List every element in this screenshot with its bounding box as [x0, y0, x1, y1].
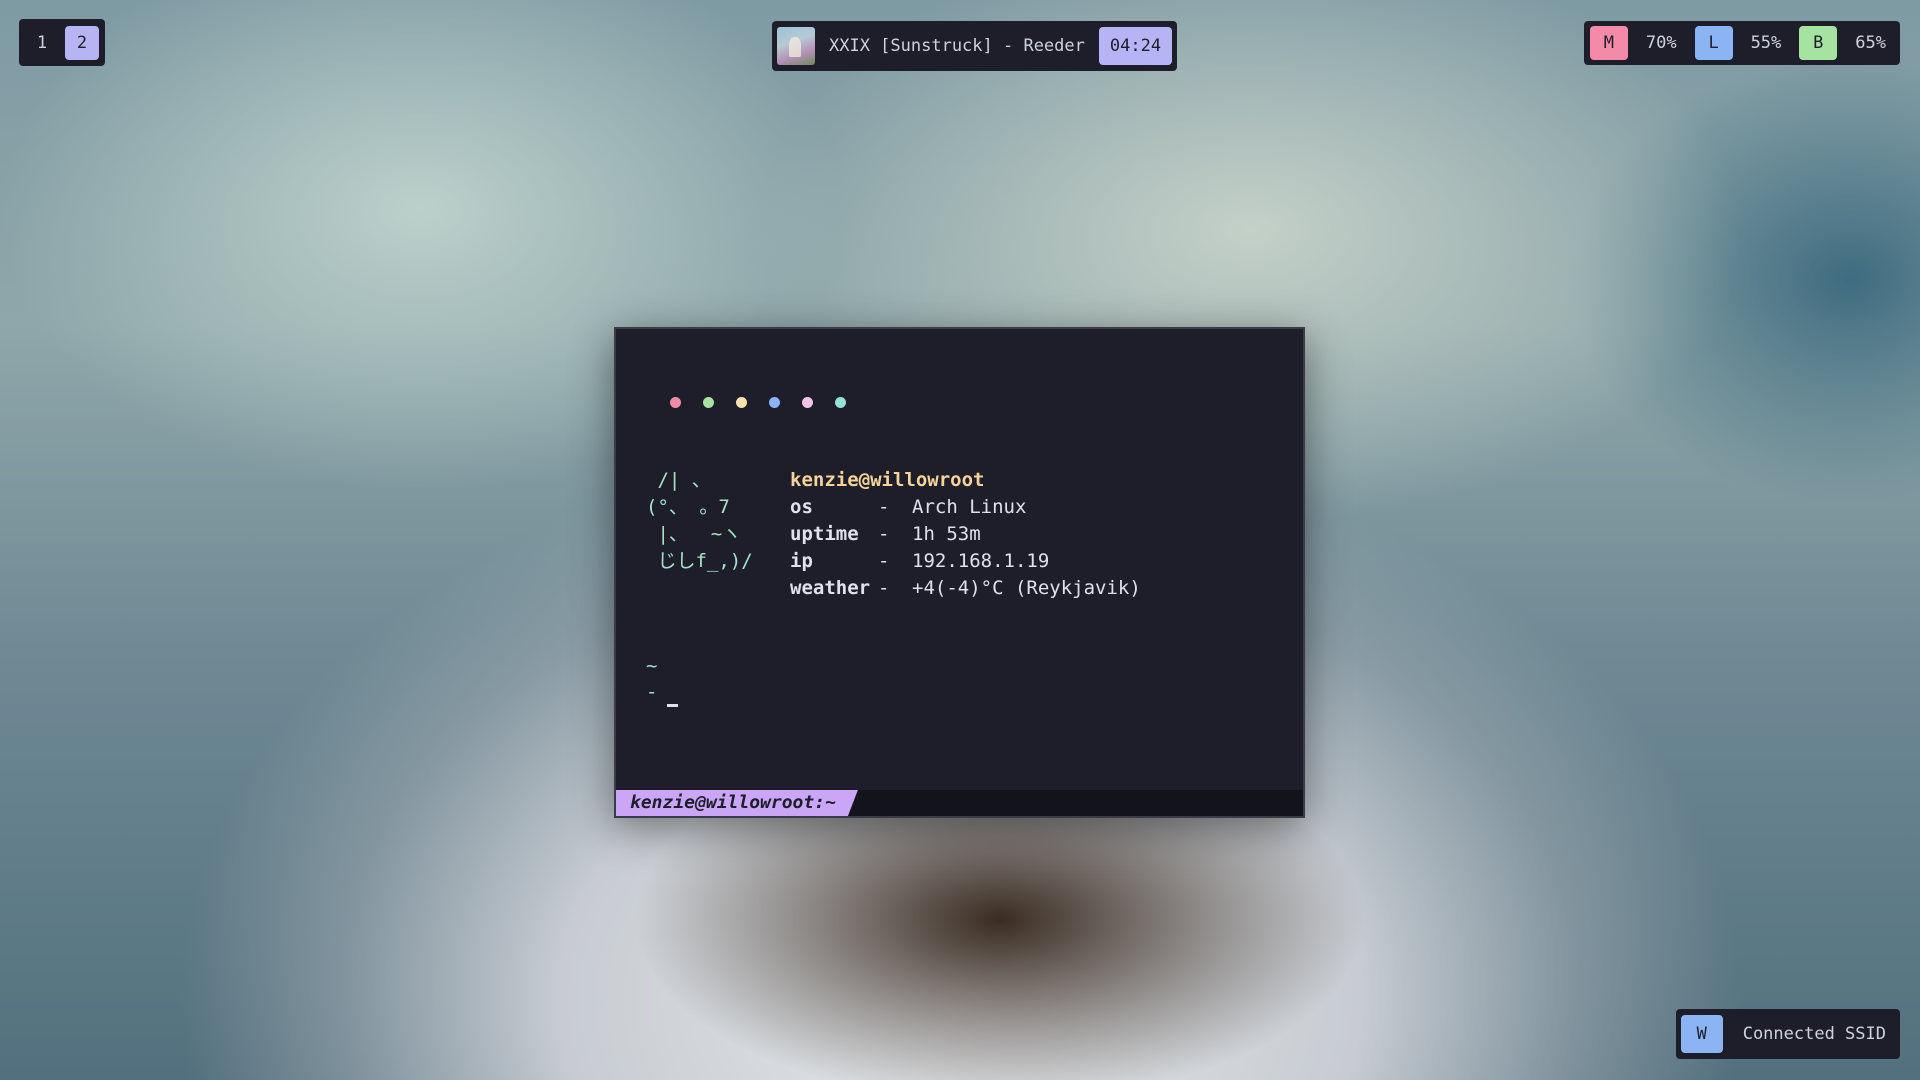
- palette-dot: [769, 397, 780, 408]
- workspace-1[interactable]: 1: [25, 26, 59, 60]
- info-row-ip: ip - 192.168.1.19: [790, 548, 1141, 575]
- palette-dot: [670, 397, 681, 408]
- info-key: ip: [790, 550, 813, 572]
- info-row-uptime: uptime - 1h 53m: [790, 521, 1141, 548]
- info-separator: -: [878, 496, 890, 518]
- now-playing-widget[interactable]: XXIX [Sunstruck] - Reeder 04:24: [772, 21, 1178, 71]
- album-cover: [777, 27, 815, 65]
- shell-statusline: kenzie@willowroot:~: [616, 790, 1303, 816]
- info-separator: -: [878, 550, 890, 572]
- workspace-switcher: 1 2: [19, 19, 105, 66]
- info-value: 192.168.1.19: [912, 550, 1050, 572]
- battery-badge[interactable]: B: [1799, 26, 1838, 60]
- battery-value: 65%: [1855, 33, 1886, 53]
- info-key: uptime: [790, 523, 859, 545]
- palette-dot: [835, 397, 846, 408]
- info-value: 1h 53m: [912, 523, 981, 545]
- color-palette: [670, 397, 846, 408]
- clock-badge: 04:24: [1098, 27, 1173, 65]
- memory-badge[interactable]: M: [1589, 26, 1628, 60]
- wifi-widget[interactable]: W Connected SSID: [1675, 1009, 1900, 1059]
- fetch-info: kenzie@willowroot os - Arch Linux uptime…: [790, 467, 1141, 602]
- light-badge[interactable]: L: [1694, 26, 1733, 60]
- track-title: XXIX [Sunstruck] - Reeder: [829, 36, 1085, 56]
- info-value: +4(-4)°C (Reykjavik): [912, 577, 1141, 599]
- palette-dot: [703, 397, 714, 408]
- terminal-window[interactable]: /| 、 (°、 。7 |、 ~ヽ じしf_,)/ kenzie@willowr…: [614, 327, 1305, 818]
- info-separator: -: [878, 577, 890, 599]
- statusline-path: kenzie@willowroot:~: [616, 790, 858, 816]
- palette-dot: [802, 397, 813, 408]
- info-row-os: os - Arch Linux: [790, 494, 1141, 521]
- info-key: os: [790, 496, 813, 518]
- memory-value: 70%: [1645, 33, 1677, 53]
- text-cursor: [667, 704, 678, 707]
- info-key: weather: [790, 577, 871, 599]
- cat-ascii-art: /| 、 (°、 。7 |、 ~ヽ じしf_,)/: [646, 469, 753, 572]
- prompt-directory: ~: [646, 655, 658, 677]
- palette-dot: [736, 397, 747, 408]
- info-value: Arch Linux: [912, 496, 1027, 518]
- wifi-label: Connected SSID: [1742, 1024, 1886, 1044]
- info-separator: -: [878, 523, 890, 545]
- workspace-2[interactable]: 2: [65, 25, 99, 60]
- prompt-symbol: -: [646, 681, 658, 703]
- wifi-badge: W: [1680, 1015, 1723, 1053]
- user-host: kenzie@willowroot: [790, 469, 985, 491]
- info-row-weather: weather - +4(-4)°C (Reykjavik): [790, 575, 1141, 602]
- light-value: 55%: [1750, 33, 1782, 53]
- system-status: M 70% L 55% B 65%: [1583, 21, 1900, 65]
